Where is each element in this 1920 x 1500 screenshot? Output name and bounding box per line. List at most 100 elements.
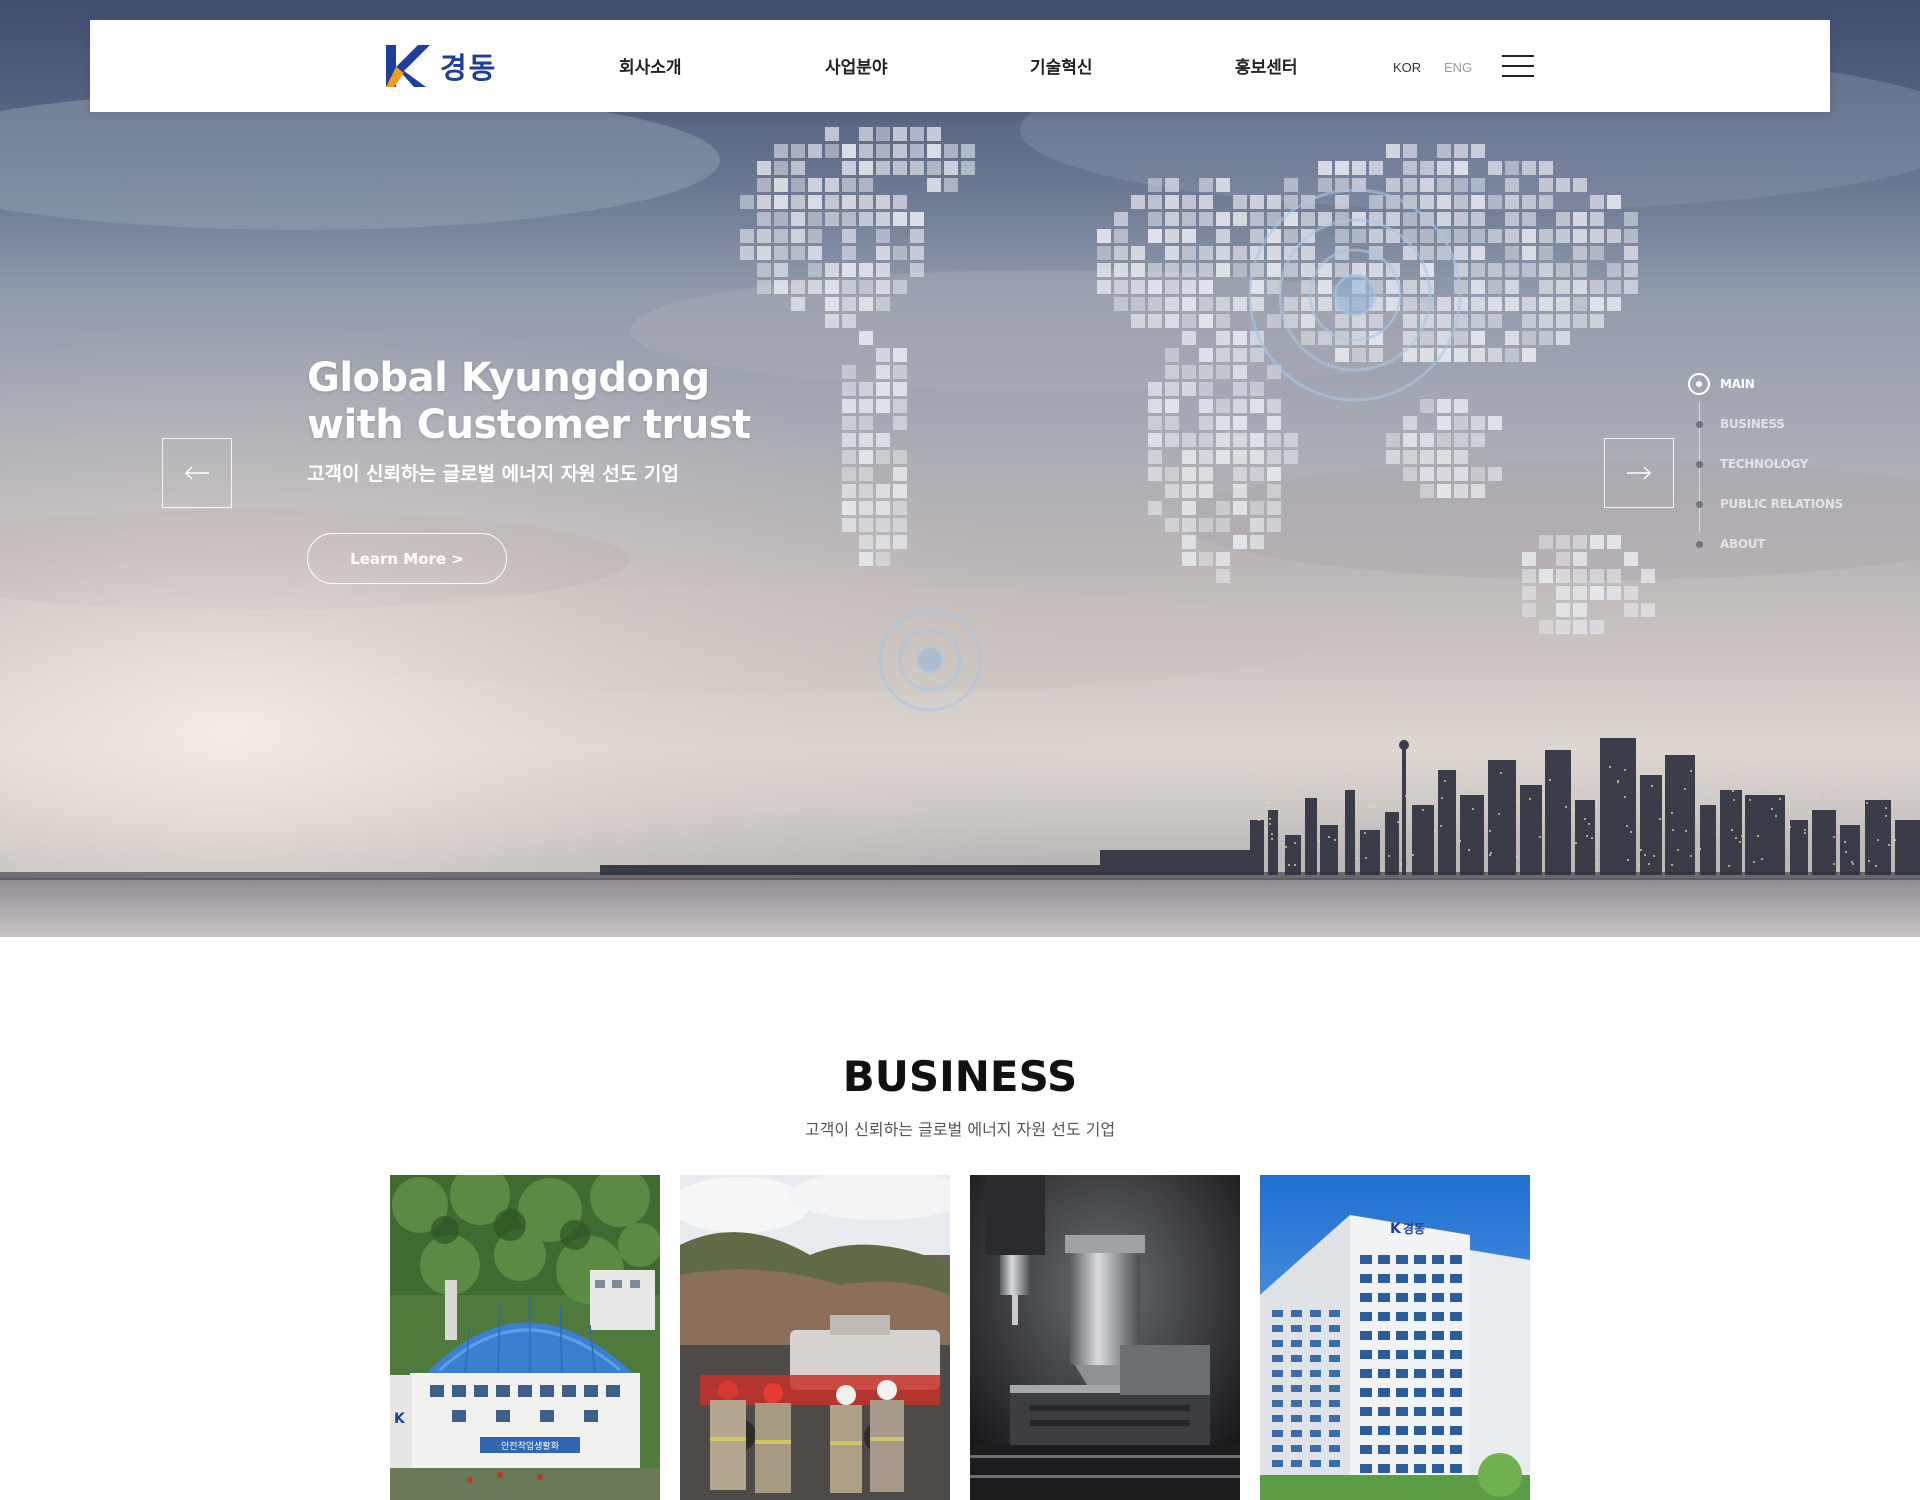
slider-prev-button[interactable] (162, 438, 232, 508)
map-tile (1454, 178, 1468, 192)
city-light (1711, 762, 1713, 764)
map-tile (910, 127, 924, 141)
city-light (1405, 795, 1407, 797)
side-nav-technology[interactable]: TECHNOLOGY (1688, 452, 1808, 476)
map-tile (757, 161, 771, 175)
city-light (1373, 805, 1375, 807)
map-tile (876, 552, 890, 566)
map-tile (893, 246, 907, 260)
map-tile (1148, 280, 1162, 294)
company-logo[interactable]: 경동 (384, 40, 504, 92)
map-tile (1233, 212, 1247, 226)
map-tile (1437, 212, 1451, 226)
city-light (1334, 839, 1336, 841)
map-tile (1114, 297, 1128, 311)
city-light (1456, 769, 1458, 771)
nav-tech-innovation[interactable]: 기술혁신 (1030, 53, 1093, 78)
map-tile (1590, 569, 1604, 583)
map-tile (1607, 229, 1621, 243)
window (1378, 1312, 1390, 1321)
slider-next-button[interactable] (1604, 438, 1674, 508)
nav-business-area[interactable]: 사업분야 (825, 53, 888, 78)
map-tile (1471, 144, 1485, 158)
map-tile (1182, 212, 1196, 226)
map-tile (1250, 399, 1264, 413)
map-tile (791, 195, 805, 209)
map-tile (1369, 229, 1383, 243)
map-tile (1199, 297, 1213, 311)
nav-company-intro[interactable]: 회사소개 (619, 53, 682, 78)
city-light (1412, 854, 1414, 856)
map-tile (1590, 297, 1604, 311)
map-tile (1590, 586, 1604, 600)
side-nav-public-relations[interactable]: PUBLIC RELATIONS (1688, 492, 1843, 516)
map-tile (859, 263, 873, 277)
window (1432, 1293, 1444, 1302)
map-tile (893, 280, 907, 294)
map-tile (757, 195, 771, 209)
svg-text:K: K (394, 1411, 406, 1427)
map-tile (927, 161, 941, 175)
window (1378, 1445, 1390, 1454)
side-nav-business[interactable]: BUSINESS (1688, 412, 1785, 436)
side-nav-main[interactable]: MAIN (1688, 372, 1755, 396)
city-light (1489, 830, 1491, 832)
side-nav-about[interactable]: ABOUT (1688, 532, 1765, 556)
map-tile (1624, 586, 1638, 600)
map-tile (1624, 263, 1638, 277)
map-tile (825, 195, 839, 209)
city-light (1733, 799, 1735, 801)
window (1360, 1388, 1372, 1397)
city-light (1816, 797, 1818, 799)
city-light (1653, 763, 1655, 765)
city-light (1685, 830, 1687, 832)
business-card-facility[interactable]: K 안전작업생활화 (390, 1175, 660, 1500)
business-card-technology[interactable] (970, 1175, 1240, 1500)
window (1329, 1385, 1340, 1392)
city-light (1875, 865, 1877, 867)
map-tile (791, 280, 805, 294)
map-tile (1250, 518, 1264, 532)
city-light (1807, 811, 1809, 813)
window (1414, 1426, 1426, 1435)
learn-more-button[interactable]: Learn More > (307, 533, 507, 584)
map-tile (1233, 331, 1247, 345)
city-light (1490, 852, 1492, 854)
business-card-mining[interactable] (680, 1175, 950, 1500)
city-light (1469, 782, 1471, 784)
map-tile (1284, 433, 1298, 447)
lang-eng-link[interactable]: ENG (1444, 60, 1472, 75)
map-tile (1352, 229, 1366, 243)
map-tile (1199, 280, 1213, 294)
map-tile (1199, 552, 1213, 566)
map-tile (1505, 161, 1519, 175)
map-tile (1199, 467, 1213, 481)
map-tile (1250, 450, 1264, 464)
business-card-about[interactable]: K 경동 (1260, 1175, 1530, 1500)
map-tile (1199, 518, 1213, 532)
map-tile (1556, 331, 1570, 345)
map-tile (1250, 212, 1264, 226)
map-tile (1403, 433, 1417, 447)
map-tile (893, 518, 907, 532)
side-nav-label: MAIN (1720, 377, 1755, 391)
window (1329, 1325, 1340, 1332)
section-side-nav: MAIN BUSINESS TECHNOLOGY PUBLIC RELATION… (1688, 372, 1888, 562)
map-tile (1148, 314, 1162, 328)
window (1310, 1460, 1321, 1467)
map-tile (1267, 433, 1281, 447)
map-tile (1420, 161, 1434, 175)
hamburger-menu-icon[interactable] (1502, 55, 1534, 77)
map-tile (791, 144, 805, 158)
map-tile (842, 450, 856, 464)
map-tile (1420, 246, 1434, 260)
map-tile (859, 331, 873, 345)
city-light (1266, 802, 1268, 804)
city-light (1399, 770, 1401, 772)
city-light (1572, 809, 1574, 811)
map-tile (740, 195, 754, 209)
map-tile (825, 178, 839, 192)
world-map-graphic (740, 127, 1655, 712)
lang-kor-link[interactable]: KOR (1393, 60, 1421, 75)
nav-pr-center[interactable]: 홍보센터 (1235, 53, 1298, 78)
